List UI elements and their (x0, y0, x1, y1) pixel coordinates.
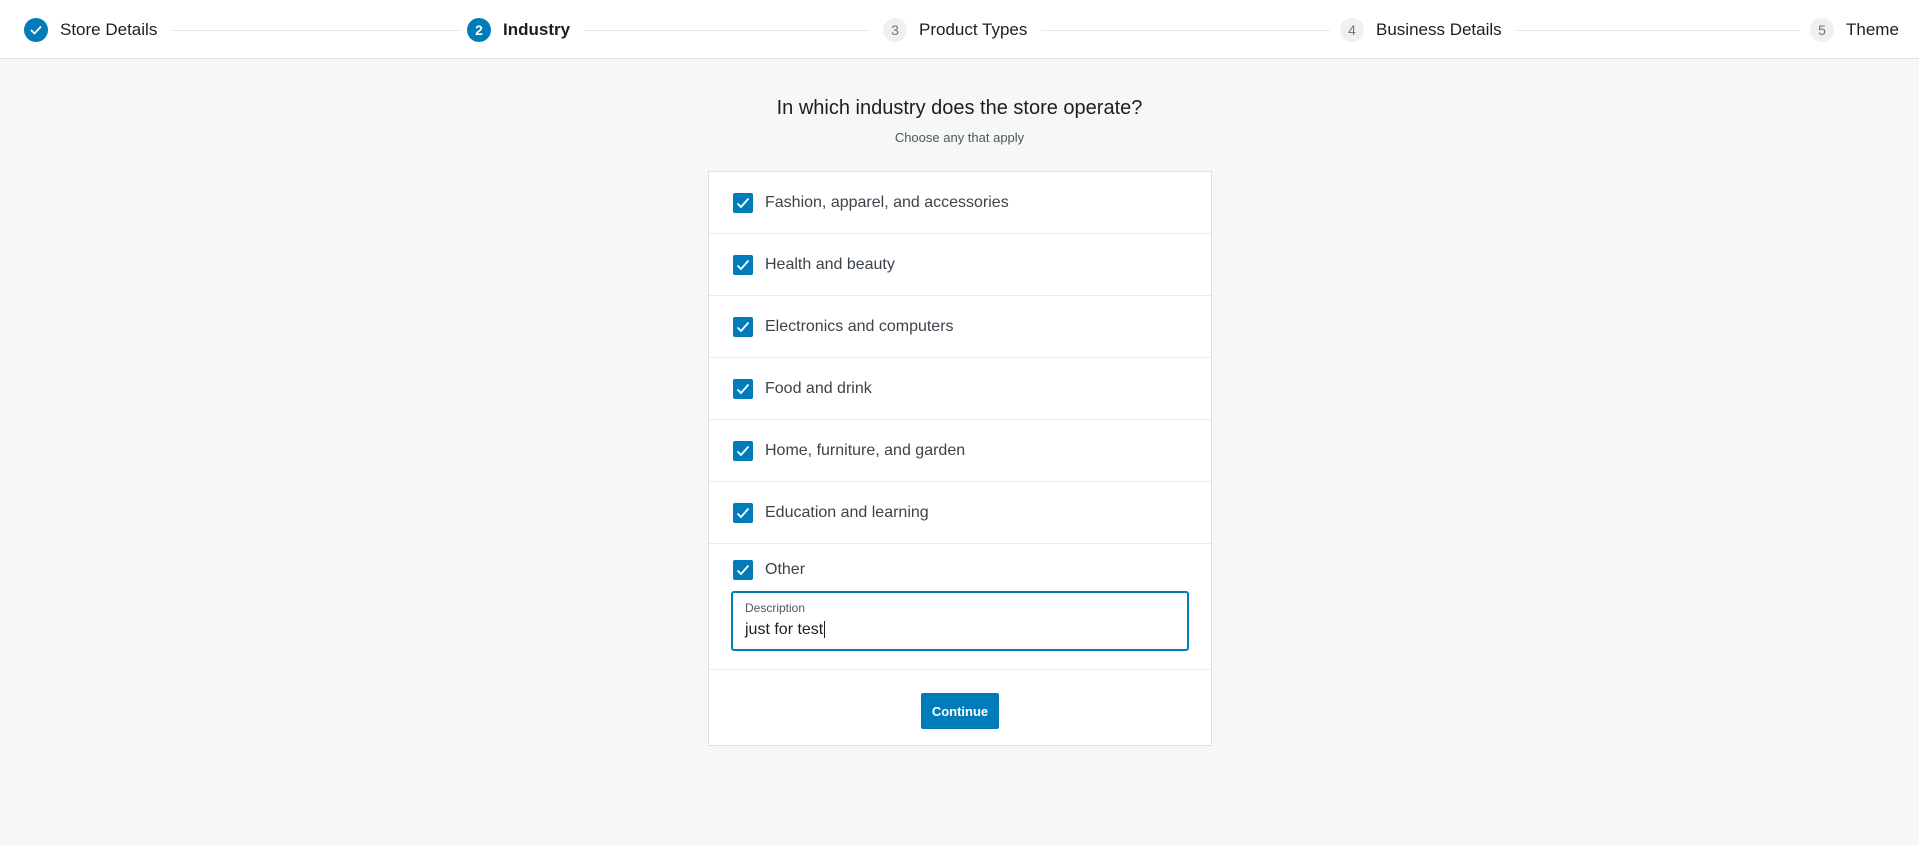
check-icon (736, 259, 750, 270)
step-product-types[interactable]: 3 Product Types (883, 18, 1042, 42)
step-connector (1510, 30, 1800, 31)
checkbox-checked[interactable] (733, 440, 753, 461)
check-icon (736, 383, 750, 394)
check-icon (736, 564, 750, 576)
step-connector (1040, 30, 1330, 31)
industry-label: Home, furniture, and garden (765, 441, 966, 459)
checkbox-checked[interactable] (733, 560, 753, 580)
industry-card: Fashion, apparel, and accessories Health… (708, 171, 1212, 746)
industry-label: Food and drink (765, 379, 872, 397)
check-icon (736, 445, 750, 456)
industry-option[interactable]: Food and drink (709, 358, 1211, 420)
description-value-wrapper: just for test (745, 621, 826, 639)
text-caret (824, 621, 826, 638)
checkbox-checked[interactable] (733, 502, 753, 523)
industry-label: Other (765, 561, 806, 578)
description-value: just for test (745, 621, 824, 638)
step-number: 5 (1810, 18, 1834, 42)
step-label: Business Details (1376, 20, 1502, 39)
industry-label: Education and learning (765, 503, 929, 521)
step-number: 2 (467, 18, 491, 42)
checkbox-checked[interactable] (733, 192, 753, 213)
step-label: Store Details (60, 20, 158, 39)
industry-option[interactable]: Health and beauty (709, 234, 1211, 296)
industry-option[interactable]: Home, furniture, and garden (709, 420, 1211, 482)
industry-option[interactable]: Fashion, apparel, and accessories (709, 172, 1211, 234)
industry-option-other[interactable]: Other (733, 558, 805, 582)
checkbox-checked[interactable] (733, 254, 753, 275)
step-industry[interactable]: 2 Industry (467, 18, 585, 42)
check-icon (736, 197, 750, 208)
description-label: Description (745, 601, 806, 615)
step-label: Industry (503, 20, 571, 39)
checkbox-checked[interactable] (733, 378, 753, 399)
step-connector (160, 30, 460, 31)
check-icon (24, 18, 48, 42)
step-store-details[interactable]: Store Details (24, 18, 172, 42)
setup-stepper: Store Details 2 Industry 3 Product Types… (0, 0, 1919, 59)
step-label: Product Types (919, 20, 1028, 39)
step-theme[interactable]: 5 Theme (1810, 18, 1899, 42)
industry-label: Health and beauty (765, 255, 895, 273)
step-label: Theme (1846, 20, 1899, 39)
step-number: 3 (883, 18, 907, 42)
description-input[interactable]: Description just for test (731, 591, 1189, 651)
page-subtitle: Choose any that apply (894, 130, 1025, 145)
page-title: In which industry does the store operate… (776, 97, 1143, 119)
check-icon (736, 507, 750, 518)
industry-label: Electronics and computers (765, 317, 954, 335)
check-icon (736, 321, 750, 332)
step-connector (580, 30, 870, 31)
industry-option[interactable]: Electronics and computers (709, 296, 1211, 358)
continue-button[interactable]: Continue (921, 693, 999, 729)
industry-label: Fashion, apparel, and accessories (765, 193, 1009, 211)
step-business-details[interactable]: 4 Business Details (1340, 18, 1516, 42)
industry-option[interactable]: Education and learning (709, 482, 1211, 544)
step-number: 4 (1340, 18, 1364, 42)
checkbox-checked[interactable] (733, 316, 753, 337)
